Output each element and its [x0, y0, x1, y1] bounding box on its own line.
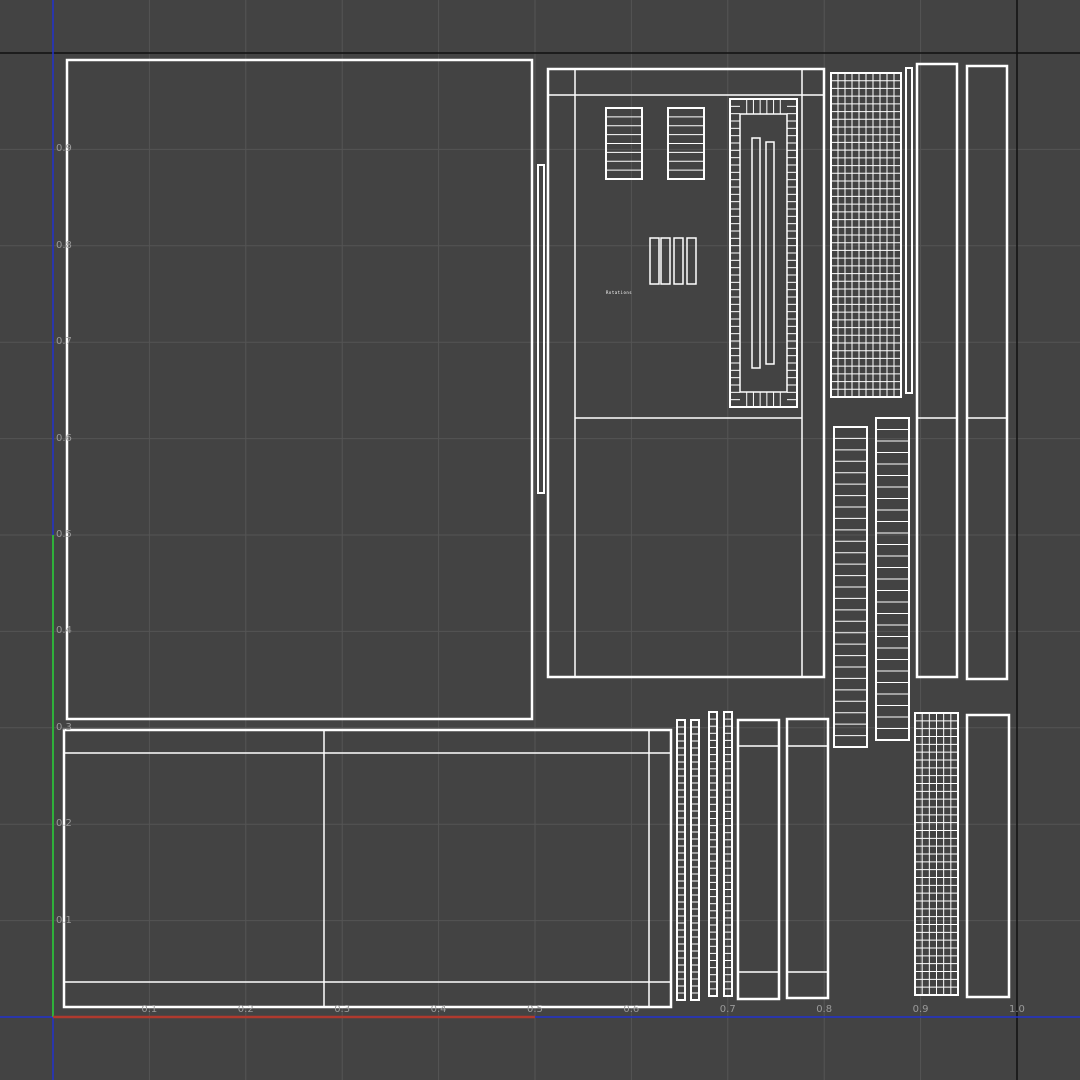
- uv-island-tab: [686, 237, 697, 285]
- uv-islands[interactable]: [62, 58, 1011, 1009]
- uv-canvas[interactable]: [0, 0, 1080, 1080]
- uv-island-tall-panel: [965, 64, 1009, 681]
- v-tick-label: 0.8: [56, 239, 72, 251]
- v-tick-label: 0.1: [56, 914, 72, 926]
- u-tick-label: 0.6: [623, 1004, 640, 1015]
- uv-editor-viewport[interactable]: 0.1 0.2 0.3 0.4 0.5 0.6 0.7 0.8 0.9 1.0 0.9 0.8 0.7…: [0, 0, 1080, 1080]
- uv-island-tab: [649, 237, 660, 285]
- v-tick-label: 0.9: [56, 143, 72, 155]
- uv-island-bottom-right-panel: [736, 718, 781, 1001]
- v-tick-label: 0.7: [56, 336, 72, 348]
- u-tick-label: 0.7: [719, 1004, 736, 1015]
- u-tick-label: 0.4: [430, 1004, 447, 1015]
- v-tick-label: 0.6: [56, 432, 72, 444]
- u-tick-label: 0.1: [141, 1004, 158, 1015]
- uv-island-thin-strip: [905, 67, 913, 394]
- v-tick-label: 0.2: [56, 818, 72, 830]
- uv-island-bottom-right-panel: [785, 717, 830, 1000]
- uv-island-side-frame-inner: [739, 113, 788, 393]
- uv-island-thin-strip: [537, 164, 545, 494]
- v-tick-label: 0.4: [56, 625, 72, 637]
- u-tick-label: 0.8: [816, 1004, 833, 1015]
- island-label: Rotations: [606, 290, 633, 295]
- v-tick-label: 0.5: [56, 529, 72, 540]
- v-tick-label: 0.3: [56, 721, 72, 733]
- uv-island-tab: [673, 237, 684, 285]
- uv-island-small-panel: [965, 713, 1011, 999]
- u-tick-label: 0.3: [334, 1004, 351, 1015]
- uv-island-main-panel: [65, 58, 534, 721]
- u-tick-label: 0.5: [527, 1004, 543, 1015]
- uv-island-bottom-panel: [62, 728, 673, 1009]
- uv-island-tab: [660, 237, 671, 285]
- uv-island-slot: [751, 137, 761, 369]
- uv-island-body: [546, 67, 826, 679]
- u-tick-label: 1.0: [1009, 1004, 1025, 1015]
- uv-island-slot: [765, 141, 775, 365]
- u-tick-label: 0.9: [912, 1004, 929, 1015]
- uv-island-tall-panel: [915, 62, 959, 679]
- u-tick-label: 0.2: [237, 1004, 254, 1015]
